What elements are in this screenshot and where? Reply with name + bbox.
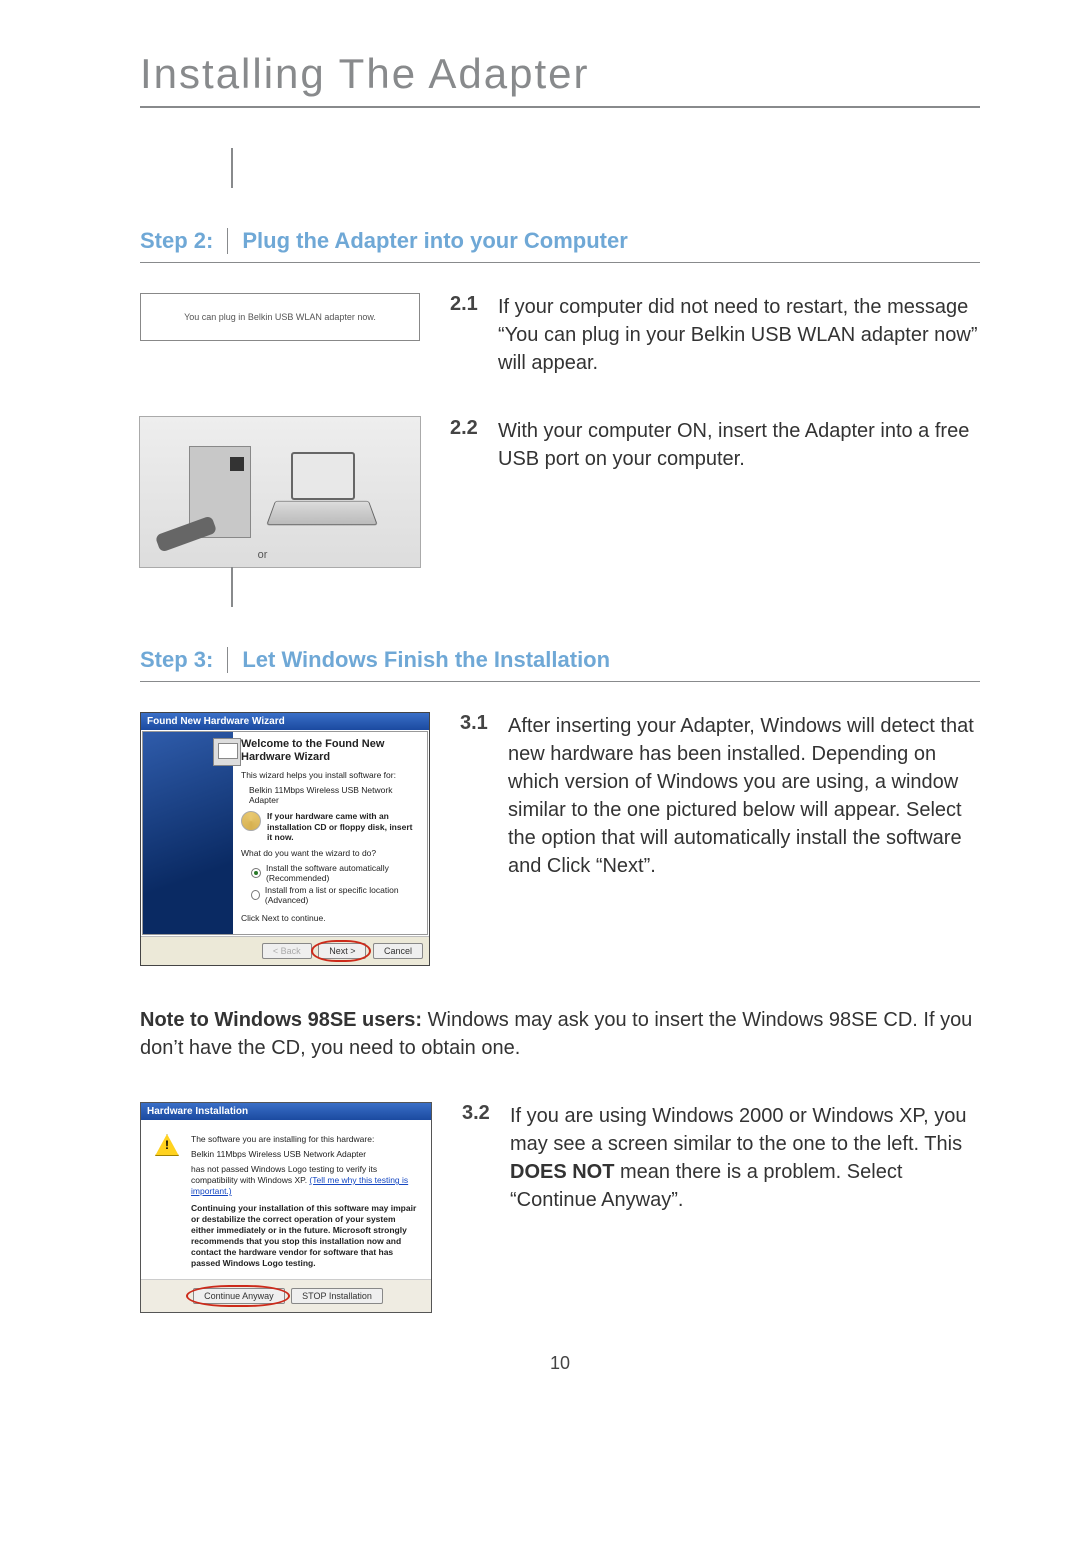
hardware-installation-dialog: Hardware Installation The software you a…	[140, 1102, 432, 1314]
substep-2.2: 2.2 With your computer ON, insert the Ad…	[450, 417, 980, 473]
or-label: or	[258, 549, 268, 561]
found-new-hardware-wizard: Found New Hardware Wizard Welcome to the…	[140, 712, 430, 966]
wizard-opt2-label: Install from a list or specific location…	[265, 885, 419, 905]
wizard-option-auto[interactable]: Install the software automatically (Reco…	[251, 863, 419, 883]
step2-label: Step 2:	[140, 228, 228, 254]
wizard-back-button[interactable]: < Back	[262, 943, 312, 959]
substep-num: 3.2	[462, 1102, 496, 1214]
step2-divider-tail	[231, 148, 233, 188]
laptop-illustration	[271, 452, 371, 532]
title-rule	[140, 106, 980, 108]
substep-num: 2.2	[450, 417, 484, 473]
wizard-question: What do you want the wizard to do?	[241, 848, 419, 858]
substep-3.2-bold: DOES NOT	[510, 1161, 614, 1183]
page-title: Installing The Adapter	[140, 50, 980, 98]
substep-num: 2.1	[450, 293, 484, 377]
step2-row-2: or 2.2 With your computer ON, insert the…	[140, 417, 980, 567]
wizard-option-advanced[interactable]: Install from a list or specific location…	[251, 885, 419, 905]
substep-num: 3.1	[460, 712, 494, 880]
desktop-illustration	[189, 446, 251, 538]
note-label: Note to Windows 98SE users:	[140, 1009, 422, 1031]
step3-header: Step 3: Let Windows Finish the Installat…	[140, 647, 980, 682]
wizard-line: This wizard helps you install software f…	[241, 770, 419, 780]
wizard-cd-hint: If your hardware came with an installati…	[267, 811, 419, 842]
substep-3.2: 3.2 If you are using Windows 2000 or Win…	[462, 1102, 980, 1214]
stop-installation-button[interactable]: STOP Installation	[291, 1288, 383, 1304]
plugin-message-text: You can plug in Belkin USB WLAN adapter …	[141, 294, 419, 340]
wizard-button-row: < Back Next > Cancel	[141, 936, 429, 965]
wizard-sidebar-graphic	[143, 732, 233, 934]
substep-3.1: 3.1 After inserting your Adapter, Window…	[460, 712, 980, 880]
step3-row-1: Found New Hardware Wizard Welcome to the…	[140, 712, 980, 966]
substep-2.1: 2.1 If your computer did not need to res…	[450, 293, 980, 377]
hwinst-titlebar: Hardware Installation	[141, 1103, 431, 1120]
radio-icon	[251, 890, 260, 900]
substep-text: With your computer ON, insert the Adapte…	[498, 417, 980, 473]
substep-text: If your computer did not need to restart…	[498, 293, 980, 377]
step3-label: Step 3:	[140, 647, 228, 673]
wizard-next-button[interactable]: Next >	[318, 943, 366, 959]
substep-3.2-prefix: If you are using Windows 2000 or Windows…	[510, 1105, 967, 1155]
wizard-heading: Welcome to the Found New Hardware Wizard	[241, 738, 419, 764]
substep-text: After inserting your Adapter, Windows wi…	[508, 712, 980, 880]
hardware-icon	[213, 738, 241, 766]
continue-anyway-button[interactable]: Continue Anyway	[193, 1288, 285, 1304]
figure-plugin-message: You can plug in Belkin USB WLAN adapter …	[140, 293, 420, 341]
note-98se: Note to Windows 98SE users: Windows may …	[140, 1006, 980, 1062]
step3-title: Let Windows Finish the Installation	[228, 647, 610, 673]
wizard-titlebar: Found New Hardware Wizard	[141, 713, 429, 730]
step3-row-2: Hardware Installation The software you a…	[140, 1102, 980, 1314]
step2-header: Step 2: Plug the Adapter into your Compu…	[140, 228, 980, 263]
step2-row-1: You can plug in Belkin USB WLAN adapter …	[140, 293, 980, 377]
hwinst-line1: The software you are installing for this…	[191, 1134, 417, 1145]
figure-insert-adapter: or	[140, 417, 420, 567]
hwinst-button-row: Continue Anyway STOP Installation	[141, 1279, 431, 1312]
step3-divider-tail	[231, 567, 233, 607]
wizard-click-next: Click Next to continue.	[241, 913, 419, 923]
radio-selected-icon	[251, 868, 261, 878]
page-number: 10	[140, 1353, 980, 1374]
wizard-opt1-label: Install the software automatically (Reco…	[266, 863, 419, 883]
hwinst-warning: Continuing your installation of this sof…	[191, 1203, 417, 1269]
wizard-cancel-button[interactable]: Cancel	[373, 943, 423, 959]
warning-icon	[155, 1134, 179, 1156]
step2-title: Plug the Adapter into your Computer	[228, 228, 627, 254]
substep-text: If you are using Windows 2000 or Windows…	[510, 1102, 980, 1214]
page: Installing The Adapter Step 2: Plug the …	[0, 0, 1080, 1414]
wizard-device: Belkin 11Mbps Wireless USB Network Adapt…	[249, 785, 419, 805]
cd-icon	[241, 811, 261, 831]
hwinst-device: Belkin 11Mbps Wireless USB Network Adapt…	[191, 1149, 417, 1160]
